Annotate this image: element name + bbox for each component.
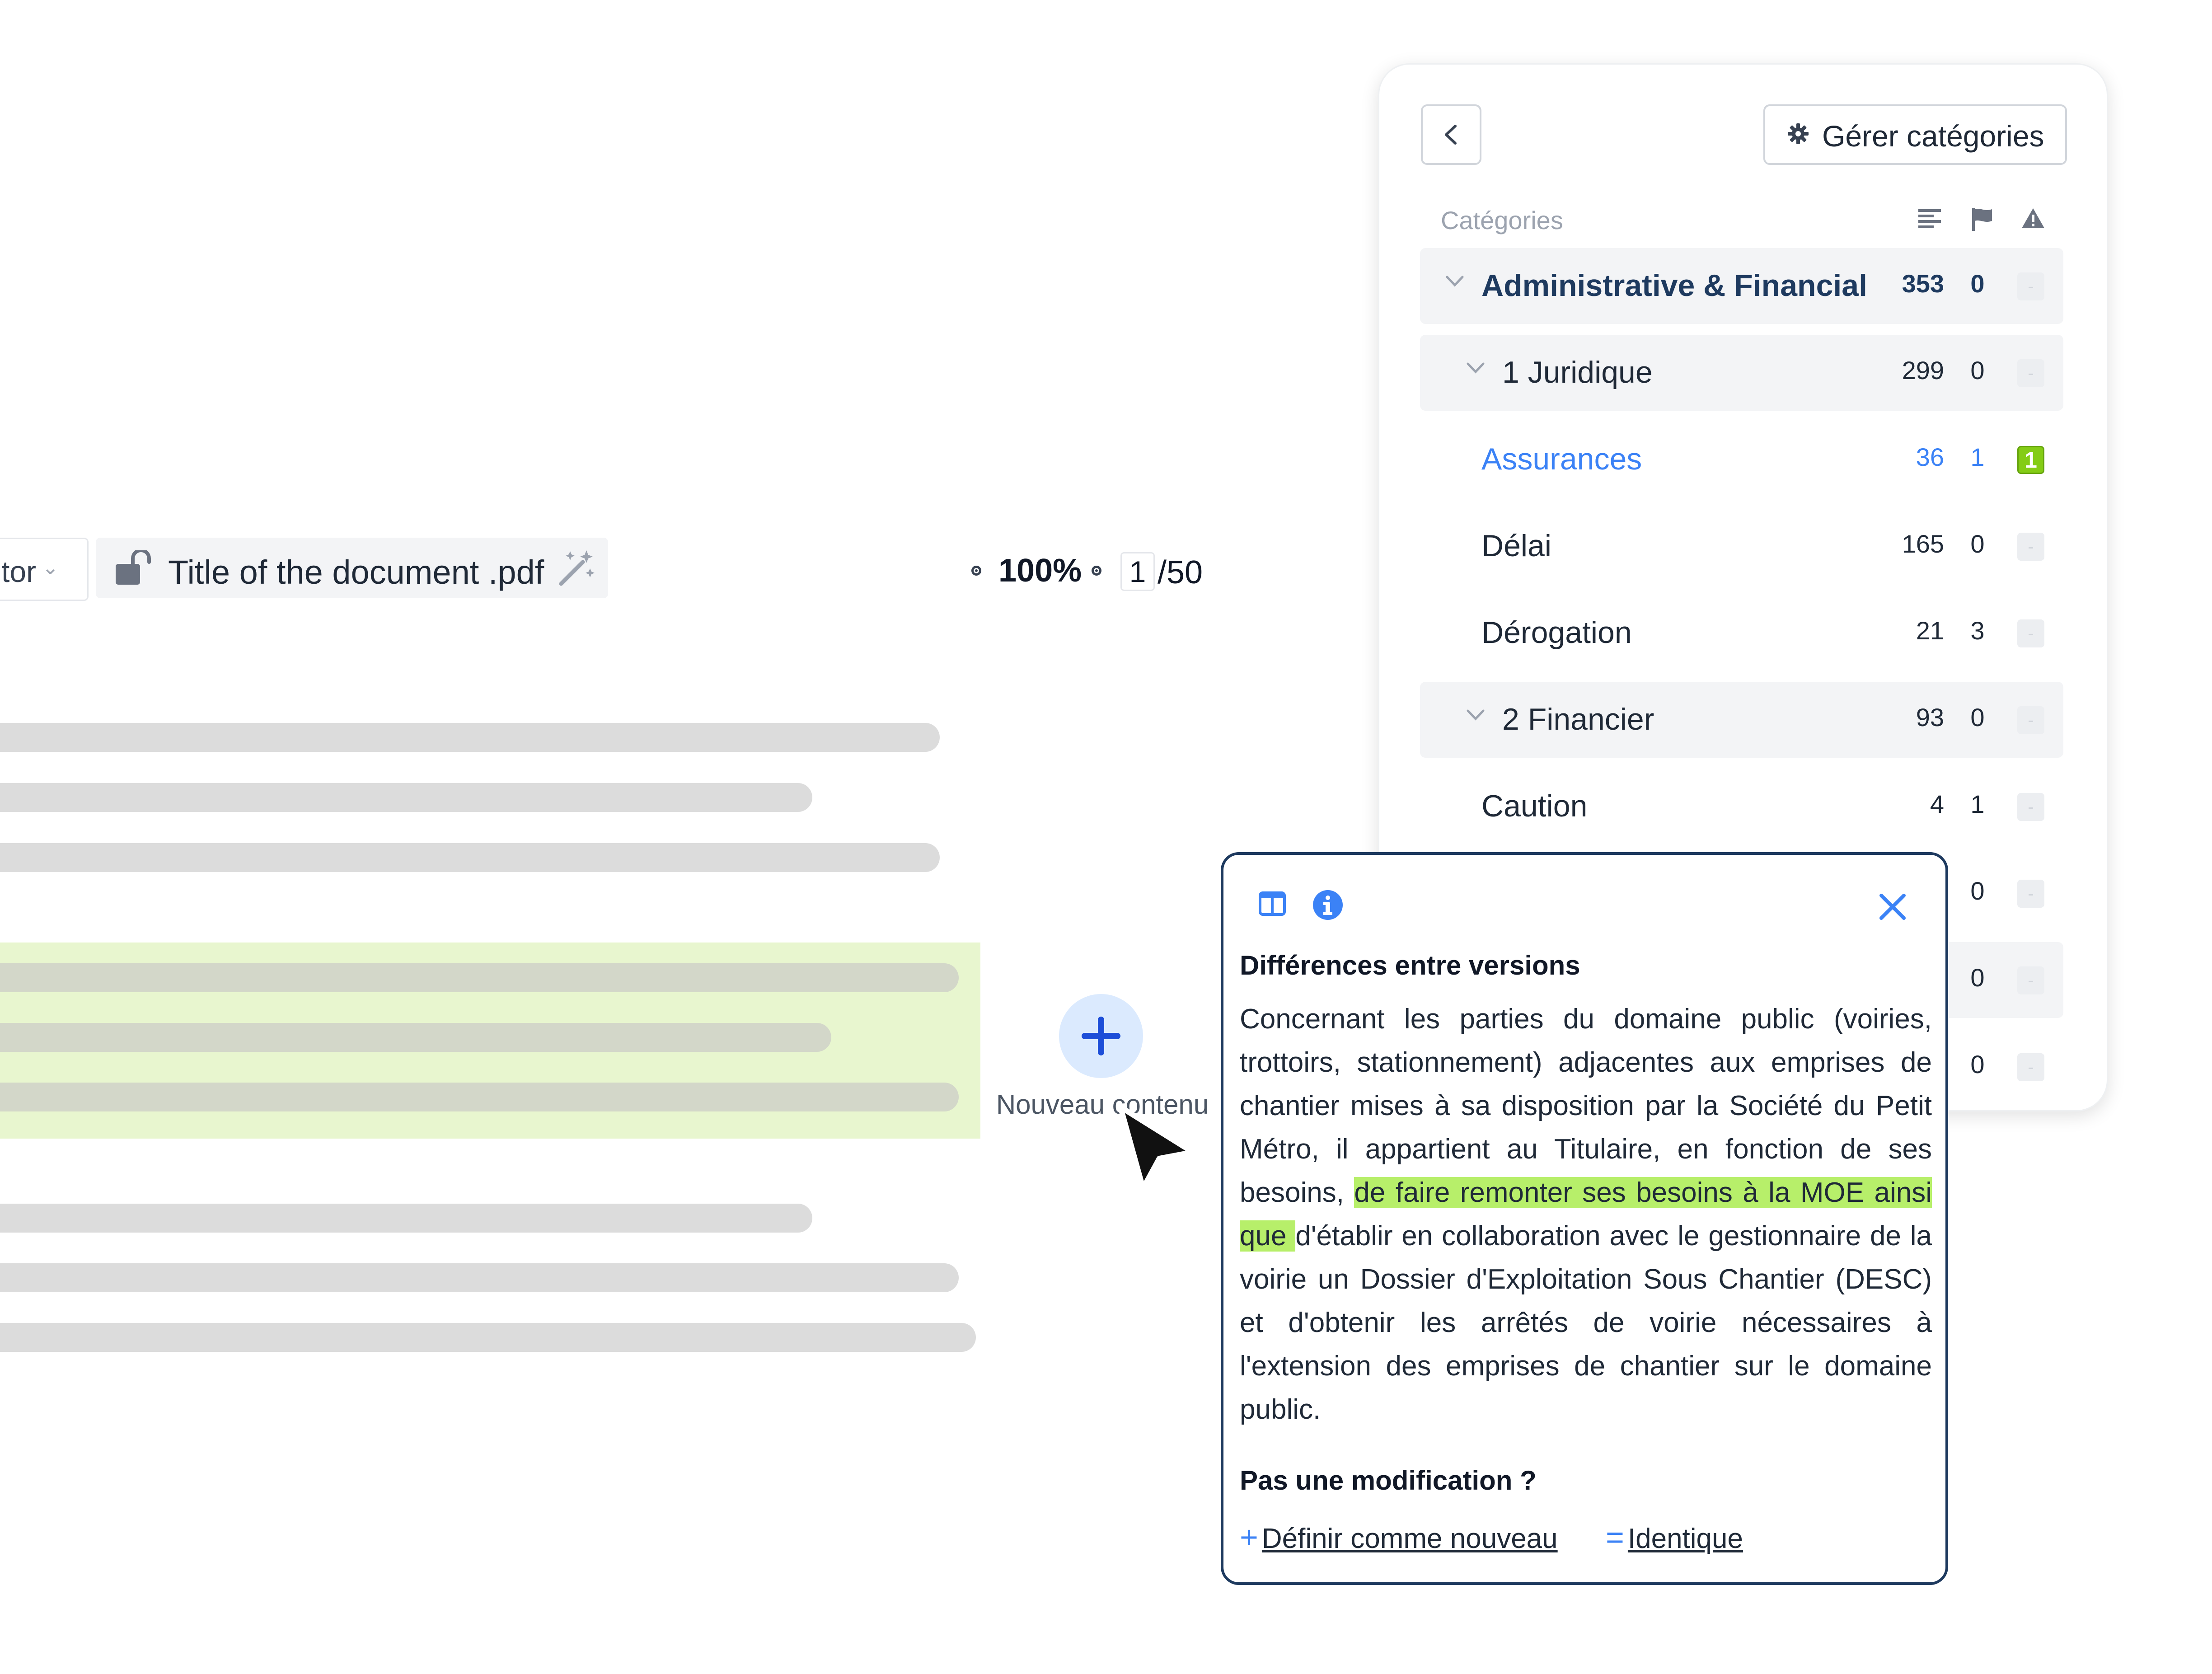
categories-heading: Catégories <box>1441 206 1563 234</box>
text-line-placeholder <box>0 723 940 752</box>
category-warning-badge: - <box>2017 793 2044 821</box>
category-warning-badge: - <box>2017 533 2044 561</box>
category-flag-count: 3 <box>1970 616 1985 645</box>
diff-text-unchanged: d'établir en collaboration avec le gesti… <box>1240 1220 1932 1425</box>
chevron-down-icon[interactable] <box>1465 359 1486 377</box>
zoom-level: 100% <box>998 553 1082 589</box>
category-name: Dérogation <box>1481 615 1632 650</box>
category-count: 93 <box>1916 703 1944 731</box>
magic-wand-icon[interactable] <box>557 548 597 591</box>
diff-question: Pas une modification ? <box>1240 1465 1537 1496</box>
category-warning-badge: - <box>2017 706 2044 734</box>
add-content-button[interactable] <box>1059 994 1143 1078</box>
manage-categories-button[interactable]: Gérer catégories <box>1763 104 2067 165</box>
flag-icon <box>1972 208 1992 231</box>
category-flag-count: 0 <box>1970 530 1985 558</box>
identical-label: Identique <box>1627 1523 1743 1554</box>
category-flag-count: 0 <box>1970 356 1985 385</box>
gear-icon <box>1788 123 1809 144</box>
category-flag-count: 0 <box>1970 877 1985 905</box>
category-count: 353 <box>1902 269 1944 298</box>
document-title: Title of the document .pdf <box>168 553 544 591</box>
category-warning-badge: - <box>2017 966 2044 994</box>
close-icon[interactable] <box>1879 893 1907 921</box>
document-selector-dropdown[interactable]: tor ⌄ <box>0 538 89 601</box>
diff-text: Concernant les parties du domaine public… <box>1240 998 1932 1431</box>
version-diff-popover: Différences entre versions Concernant le… <box>1221 852 1948 1585</box>
plus-icon: + <box>1240 1519 1258 1555</box>
equals-icon: = <box>1606 1519 1624 1555</box>
page-total: /50 <box>1158 554 1203 591</box>
chevron-down-icon: ⌄ <box>42 557 59 579</box>
chevron-left-icon <box>1445 125 1457 145</box>
document-selector-label: tor <box>1 555 37 588</box>
category-warning-badge: - <box>2017 619 2044 647</box>
text-line-placeholder <box>0 1023 831 1052</box>
category-count: 299 <box>1902 356 1944 385</box>
define-as-new-link[interactable]: + Définir comme nouveau <box>1240 1519 1558 1555</box>
text-line-placeholder <box>0 783 812 812</box>
category-name: 1 Juridique <box>1502 355 1653 389</box>
diff-title: Différences entre versions <box>1240 950 1580 980</box>
zoom-in-icon[interactable] <box>1092 566 1101 576</box>
category-row-juridique[interactable]: 1 Juridique 299 0 - <box>1420 335 2063 411</box>
category-flag-count: 1 <box>1970 790 1985 818</box>
category-warning-badge: 1 <box>2017 446 2044 474</box>
info-icon[interactable] <box>1312 889 1344 921</box>
category-warning-badge: - <box>2017 880 2044 908</box>
text-line-placeholder <box>0 843 940 872</box>
category-name: 2 Financier <box>1502 702 1654 736</box>
document-title-box[interactable]: Title of the document .pdf <box>96 538 608 598</box>
category-name: Délai <box>1481 529 1551 563</box>
category-count: 4 <box>1930 790 1944 818</box>
text-line-placeholder <box>0 1083 959 1111</box>
text-line-placeholder <box>0 1263 959 1292</box>
category-row-caution[interactable]: Caution 4 1 - <box>1420 769 2063 844</box>
text-line-placeholder <box>0 1323 976 1352</box>
category-count: 36 <box>1916 443 1944 471</box>
zoom-out-icon[interactable] <box>971 566 981 576</box>
page-number-input[interactable]: 1 <box>1120 552 1155 591</box>
chevron-down-icon[interactable] <box>1444 272 1465 291</box>
category-row-derogation[interactable]: Dérogation 21 3 - <box>1420 595 2063 671</box>
split-view-icon[interactable] <box>1258 889 1287 918</box>
category-flag-count: 0 <box>1970 963 1985 992</box>
category-warning-badge: - <box>2017 1053 2044 1081</box>
category-name: Caution <box>1481 789 1588 823</box>
category-name: Administrative & Financial <box>1481 268 1867 303</box>
warning-icon <box>2022 208 2044 228</box>
category-flag-count: 0 <box>1970 703 1985 731</box>
manage-categories-label: Gérer catégories <box>1822 119 2044 153</box>
category-row-assurances[interactable]: Assurances 36 1 1 <box>1420 422 2063 497</box>
mouse-cursor-icon <box>1116 1102 1202 1195</box>
category-warning-badge: - <box>2017 272 2044 300</box>
category-row-administrative-financial[interactable]: Administrative & Financial 353 0 - <box>1420 248 2063 324</box>
category-flag-count: 1 <box>1970 443 1985 471</box>
text-line-placeholder <box>0 963 959 992</box>
category-count: 165 <box>1902 530 1944 558</box>
category-row-financier[interactable]: 2 Financier 93 0 - <box>1420 682 2063 758</box>
category-flag-count: 0 <box>1970 269 1985 298</box>
identical-link[interactable]: = Identique <box>1606 1519 1743 1555</box>
chevron-down-icon[interactable] <box>1465 706 1486 724</box>
back-button[interactable] <box>1421 104 1481 165</box>
unlock-icon[interactable] <box>114 549 152 589</box>
text-line-placeholder <box>0 1204 812 1233</box>
define-as-new-label: Définir comme nouveau <box>1261 1523 1558 1554</box>
category-flag-count: 0 <box>1970 1050 1985 1078</box>
text-lines-icon <box>1918 209 1941 228</box>
category-warning-badge: - <box>2017 359 2044 387</box>
category-name: Assurances <box>1481 442 1642 476</box>
category-count: 21 <box>1916 616 1944 645</box>
category-row-delai[interactable]: Délai 165 0 - <box>1420 508 2063 584</box>
